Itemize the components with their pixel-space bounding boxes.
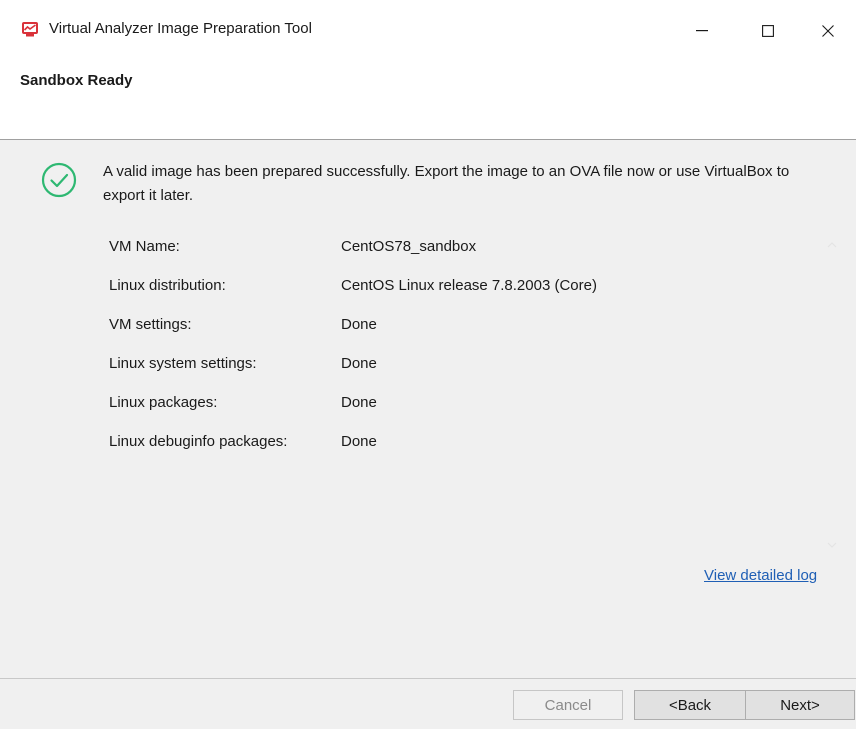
detail-label: VM settings: bbox=[109, 316, 192, 333]
detail-row: VM Name: CentOS78_sandbox bbox=[109, 232, 809, 271]
maximize-button[interactable] bbox=[736, 0, 800, 62]
minimize-button[interactable] bbox=[670, 0, 734, 62]
detail-value: Done bbox=[341, 316, 377, 333]
detail-label: Linux distribution: bbox=[109, 277, 226, 294]
close-button[interactable] bbox=[796, 0, 856, 62]
back-button[interactable]: <Back bbox=[634, 690, 746, 720]
title-bar[interactable]: Virtual Analyzer Image Preparation Tool bbox=[0, 0, 856, 62]
detail-value: CentOS Linux release 7.8.2003 (Core) bbox=[341, 277, 597, 294]
detail-label: Linux system settings: bbox=[109, 355, 257, 372]
detail-label: Linux packages: bbox=[109, 394, 218, 411]
view-log-link[interactable]: View detailed log bbox=[704, 567, 817, 584]
detail-value: Done bbox=[341, 394, 377, 411]
maximize-icon bbox=[762, 25, 774, 37]
detail-value: Done bbox=[341, 355, 377, 372]
footer-divider bbox=[0, 678, 856, 679]
cancel-button[interactable]: Cancel bbox=[513, 690, 623, 720]
status-message: A valid image has been prepared successf… bbox=[103, 163, 790, 204]
minimize-icon bbox=[696, 30, 708, 32]
detail-value: CentOS78_sandbox bbox=[341, 238, 477, 255]
header-panel: Sandbox Ready bbox=[0, 62, 856, 140]
detail-row: Linux system settings: Done bbox=[109, 349, 809, 388]
window-title: Virtual Analyzer Image Preparation Tool bbox=[49, 20, 312, 37]
wizard-window: Virtual Analyzer Image Preparation Tool … bbox=[0, 0, 856, 729]
detail-row: Linux distribution: CentOS Linux release… bbox=[109, 271, 809, 310]
detail-value: Done bbox=[341, 433, 377, 450]
scroll-up-icon[interactable] bbox=[826, 236, 838, 248]
detail-row: VM settings: Done bbox=[109, 310, 809, 349]
next-button[interactable]: Next> bbox=[745, 690, 855, 720]
detail-label: VM Name: bbox=[109, 238, 180, 255]
app-monitor-icon bbox=[21, 20, 39, 38]
close-icon bbox=[822, 25, 834, 37]
detail-row: Linux debuginfo packages: Done bbox=[109, 427, 809, 466]
scroll-down-icon[interactable] bbox=[826, 536, 838, 548]
details-list: VM Name: CentOS78_sandbox Linux distribu… bbox=[109, 232, 809, 466]
check-circle-icon bbox=[41, 162, 77, 198]
page-title: Sandbox Ready bbox=[20, 72, 133, 89]
detail-label: Linux debuginfo packages: bbox=[109, 433, 288, 450]
detail-row: Linux packages: Done bbox=[109, 388, 809, 427]
